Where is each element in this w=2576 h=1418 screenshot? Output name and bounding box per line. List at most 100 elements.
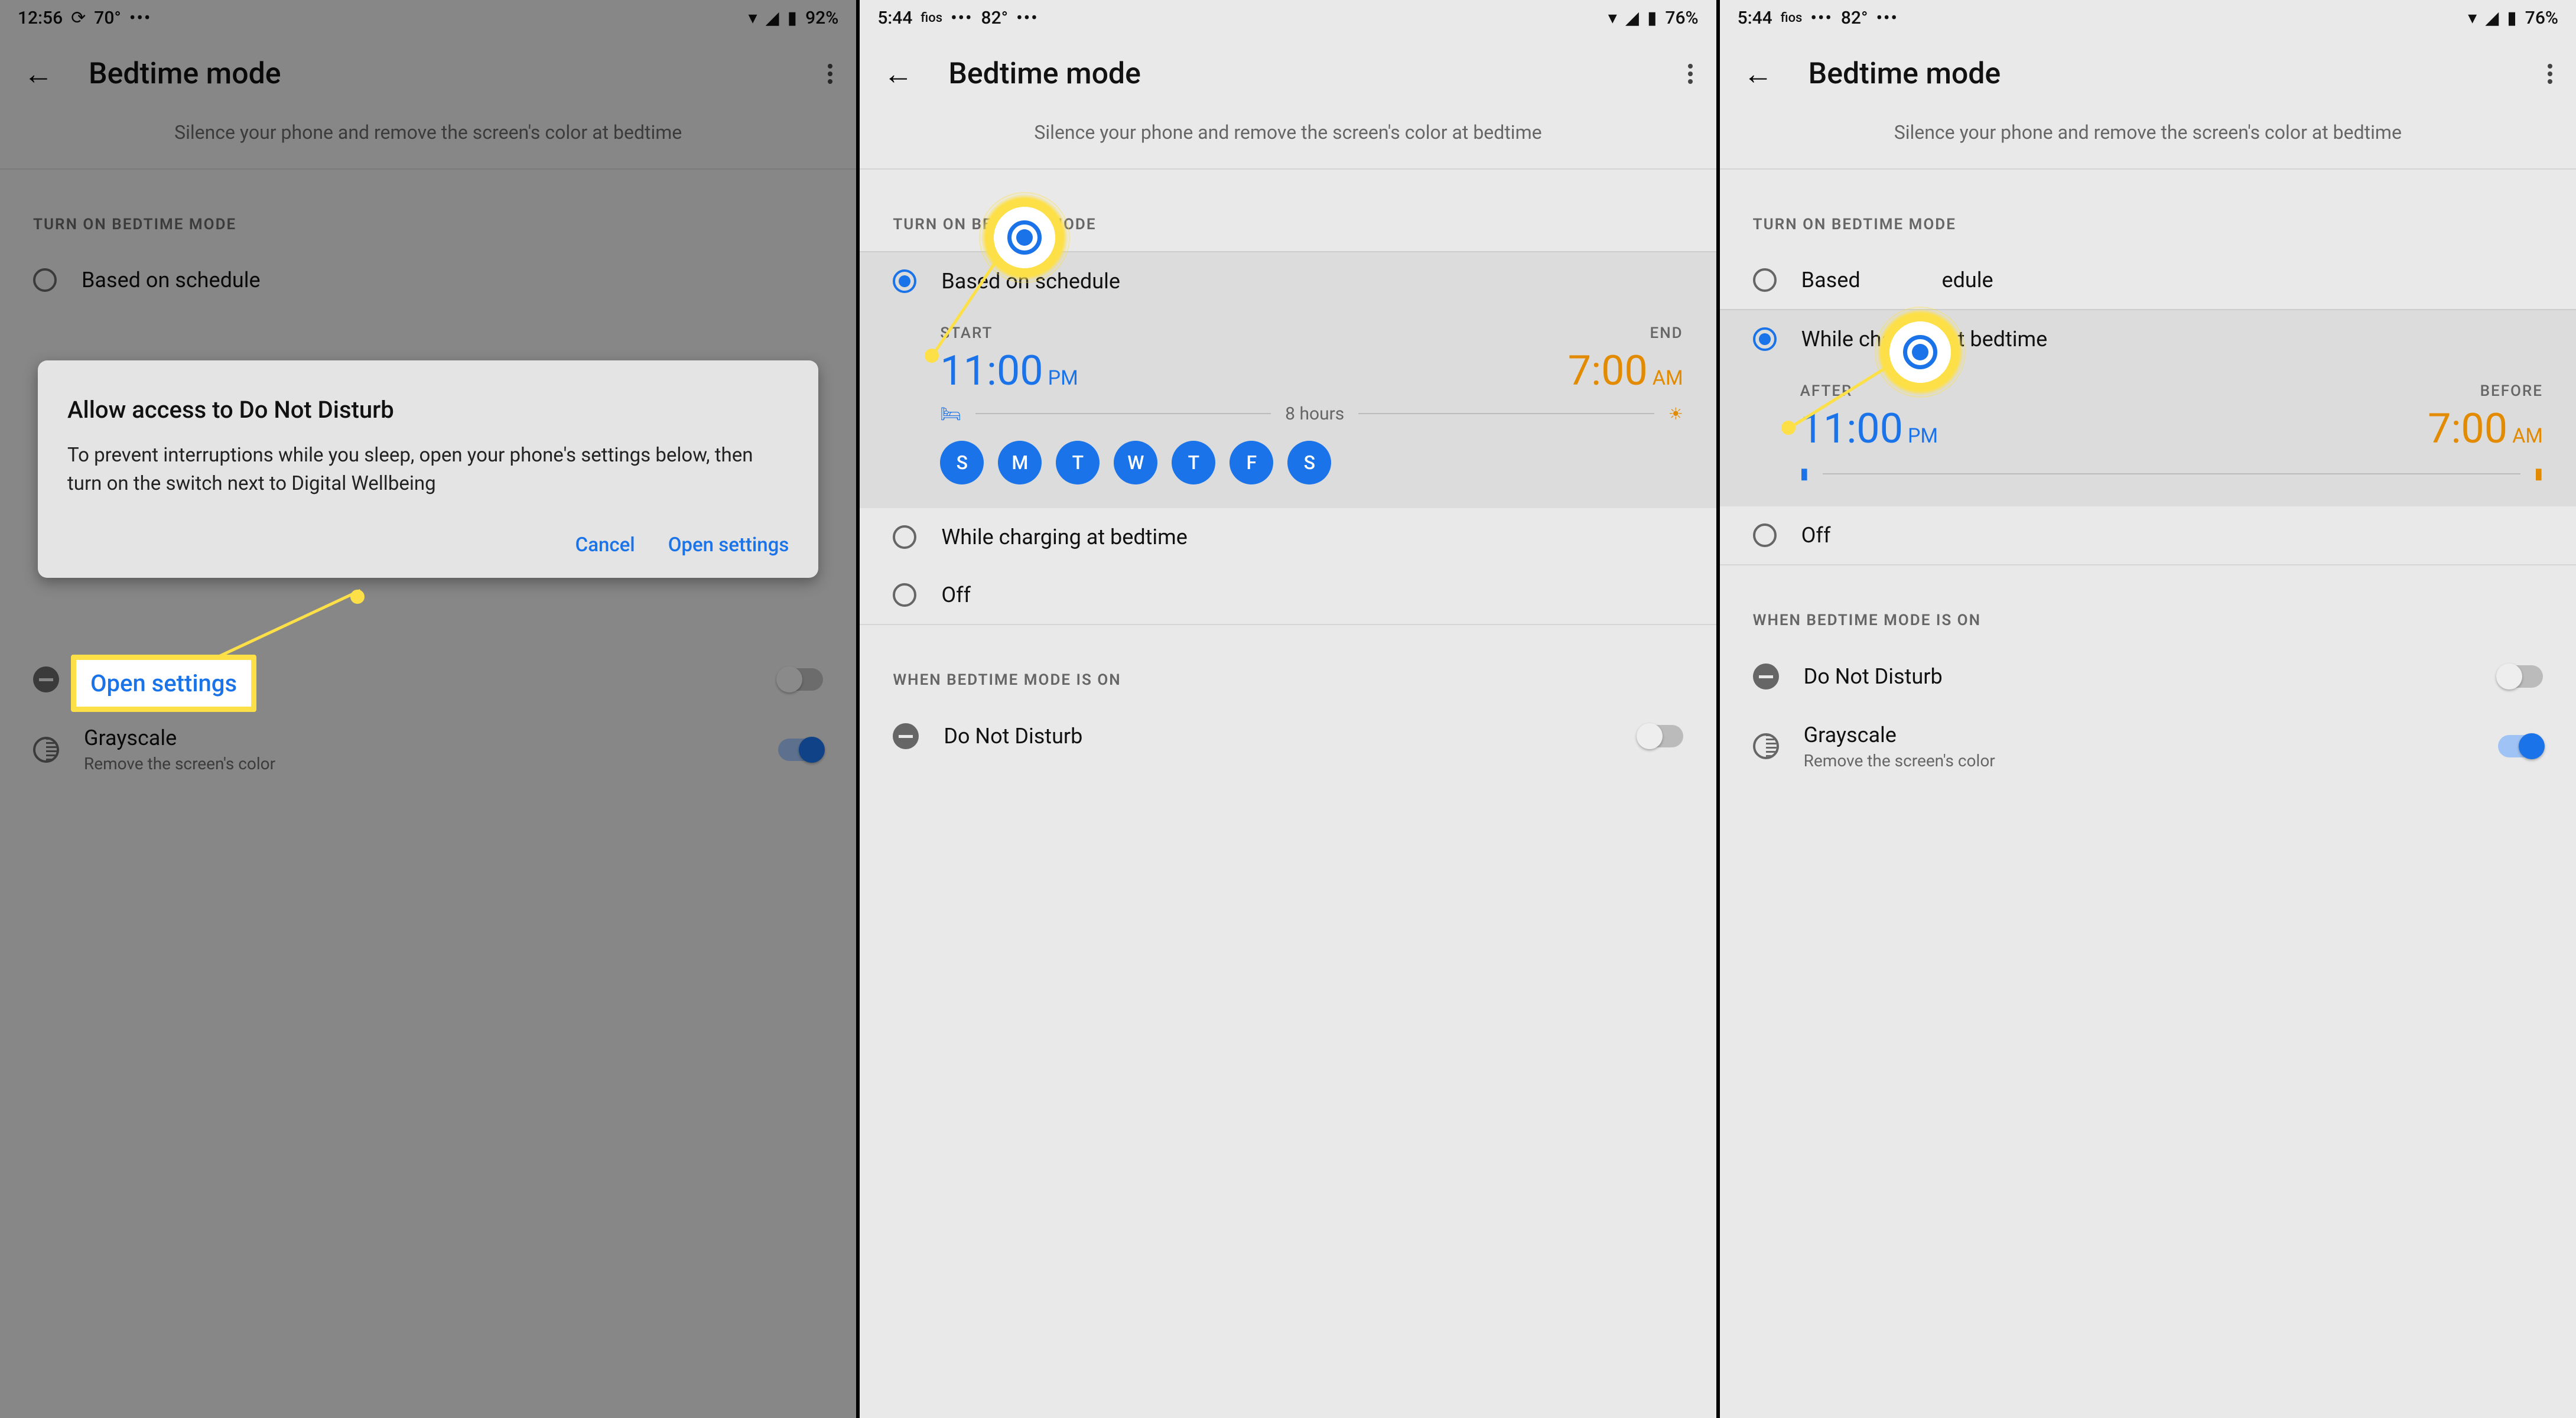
back-icon[interactable]: ← (18, 51, 59, 97)
status-more-icon: ••• (1016, 8, 1038, 28)
battery-icon: ▮ (1647, 8, 1657, 28)
callout-dot (350, 590, 365, 604)
signal-icon: ◢ (766, 8, 779, 28)
page-subtitle: Silence your phone and remove the screen… (860, 112, 1716, 170)
overflow-menu-icon[interactable] (1682, 55, 1699, 93)
section-turn-on: TURN ON BEDTIME MODE (0, 170, 856, 251)
status-bar: 5:44 fios ••• 82° ••• ▾ ◢ ▮ 76% (860, 0, 1716, 35)
dialog-title: Allow access to Do Not Disturb (67, 396, 789, 424)
app-bar: ← Bedtime mode (1720, 35, 2576, 112)
before-time[interactable]: 7:00 AM (2428, 405, 2543, 453)
option-label: Off (941, 583, 971, 607)
page-title: Bedtime mode (948, 57, 1681, 91)
callout-label: Open settings (71, 655, 256, 712)
grayscale-title: Grayscale (1804, 723, 1995, 747)
option-label: Do Not Disturb (1804, 664, 1943, 689)
day-t2[interactable]: T (1172, 441, 1215, 484)
sync-icon: ⟳ (71, 8, 86, 28)
page-title: Bedtime mode (89, 57, 822, 91)
toggle[interactable] (2498, 735, 2543, 757)
app-bar: ← Bedtime mode (860, 35, 1716, 112)
option-label: While charging at bedtime (941, 525, 1188, 549)
day-f[interactable]: F (1230, 441, 1273, 484)
wifi-icon: ▾ (1608, 8, 1617, 28)
status-battery: 76% (1665, 8, 1698, 28)
page-subtitle: Silence your phone and remove the screen… (1720, 112, 2576, 170)
status-bar: 12:56 ⟳ 70° ••• ▾ ◢ ▮ 92% (0, 0, 856, 35)
day-s2[interactable]: S (1287, 441, 1331, 484)
toggle[interactable] (1638, 725, 1683, 747)
option-off[interactable]: Off (1720, 506, 2576, 565)
status-battery: 92% (805, 8, 838, 28)
radio-icon (33, 268, 57, 292)
option-grayscale[interactable]: Grayscale Remove the screen's color (1720, 706, 2576, 787)
toggle[interactable] (2498, 665, 2543, 688)
status-temp: 82° (981, 8, 1009, 28)
open-settings-button[interactable]: Open settings (668, 534, 789, 557)
start-label: START (940, 324, 1078, 342)
signal-icon: ◢ (2485, 8, 2499, 28)
before-label: BEFORE (2428, 382, 2543, 400)
page-title: Bedtime mode (1809, 57, 2542, 91)
cancel-button[interactable]: Cancel (575, 534, 635, 557)
schedule-detail: START 11:00 PM END 7:00 AM 🛏 8 hours ☀ (860, 310, 1716, 508)
page-subtitle: Silence your phone and remove the screen… (0, 112, 856, 170)
toggle[interactable] (778, 739, 823, 761)
battery-icon: ▮ (2507, 8, 2517, 28)
duration: 8 hours (1285, 404, 1344, 424)
day-t[interactable]: T (1056, 441, 1100, 484)
day-picker: S M T W T F S (940, 441, 1683, 484)
option-charging[interactable]: While charging at bedtime (860, 508, 1716, 566)
bed-icon: 🛏 (940, 404, 961, 424)
grayscale-icon (33, 737, 59, 763)
grayscale-sub: Remove the screen's color (1804, 751, 1995, 770)
callout-dot (1781, 421, 1796, 435)
option-schedule[interactable]: Based edule (1720, 251, 2576, 309)
sun-icon: ☀ (1668, 404, 1683, 424)
day-w[interactable]: W (1114, 441, 1157, 484)
radio-icon (893, 583, 916, 607)
status-bar: 5:44 fios ••• 82° ••• ▾ ◢ ▮ 76% (1720, 0, 2576, 35)
section-when-on: WHEN BEDTIME MODE IS ON (860, 625, 1716, 707)
option-charging[interactable]: While charging at bedtime (1720, 309, 2576, 368)
callout-bubble (1876, 308, 1964, 396)
back-icon[interactable]: ← (877, 51, 919, 97)
dnd-icon (893, 723, 919, 749)
option-off[interactable]: Off (860, 566, 1716, 625)
toggle[interactable] (778, 668, 823, 691)
section-turn-on: TURN ON BEDTIME MODE (1720, 170, 2576, 251)
overflow-menu-icon[interactable] (2542, 55, 2558, 93)
status-time: 5:44 (877, 8, 912, 28)
option-dnd[interactable]: Do Not Disturb (860, 707, 1716, 766)
grayscale-icon (1753, 733, 1779, 759)
status-more-icon: ••• (1876, 8, 1898, 28)
status-more-icon: ••• (129, 8, 151, 28)
status-time: 12:56 (18, 8, 63, 28)
back-icon[interactable]: ← (1738, 51, 1779, 97)
day-s[interactable]: S (940, 441, 984, 484)
status-more-icon: ••• (951, 8, 972, 28)
grayscale-title: Grayscale (84, 726, 275, 750)
start-time[interactable]: 11:00 PM (940, 347, 1078, 395)
radio-icon (1753, 523, 1777, 547)
option-dnd[interactable]: Do Not Disturb (1720, 647, 2576, 706)
battery-charging-icon: ▮ (1800, 465, 1809, 483)
status-temp: 82° (1841, 8, 1868, 28)
phone-2: 5:44 fios ••• 82° ••• ▾ ◢ ▮ 76% ← Bedtim… (856, 0, 1716, 1418)
radio-icon (1753, 327, 1777, 351)
after-time[interactable]: 11:00 PM (1800, 405, 1938, 453)
overflow-menu-icon[interactable] (822, 55, 838, 93)
end-time[interactable]: 7:00 AM (1568, 347, 1683, 395)
option-grayscale-row[interactable]: Grayscale Remove the screen's color (0, 709, 856, 790)
status-temp: 70° (94, 8, 121, 28)
radio-icon (893, 269, 916, 293)
app-bar: ← Bedtime mode (0, 35, 856, 112)
dialog-body: To prevent interruptions while you sleep… (67, 441, 789, 498)
day-m[interactable]: M (998, 441, 1042, 484)
dnd-icon (1753, 664, 1779, 690)
phone-1: 12:56 ⟳ 70° ••• ▾ ◢ ▮ 92% ← Bedtime mode… (0, 0, 856, 1418)
status-battery: 76% (2525, 8, 2558, 28)
status-more-icon: ••• (1810, 8, 1832, 28)
option-schedule[interactable]: Based on schedule (0, 251, 856, 309)
battery-icon: ▮ (788, 8, 798, 28)
